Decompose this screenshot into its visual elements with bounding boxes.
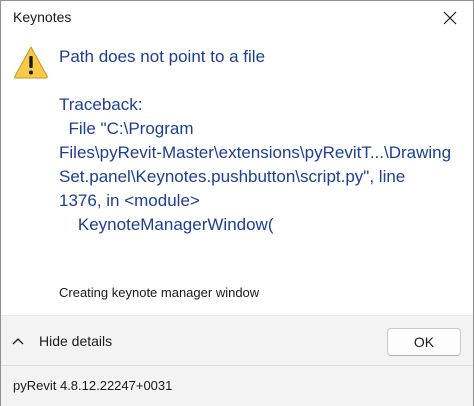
task-dialog: Keynotes Path does not point to a file T…: [0, 0, 474, 406]
dialog-content: Path does not point to a file Traceback:…: [1, 35, 473, 321]
secondary-text: Creating keynote manager window: [59, 285, 260, 300]
close-icon: [443, 11, 457, 25]
title-bar: Keynotes: [1, 1, 473, 35]
hide-details-toggle[interactable]: Hide details: [11, 328, 112, 354]
button-area: Hide details OK: [1, 315, 473, 366]
main-instruction: Path does not point to a file: [59, 47, 266, 66]
traceback-text: Traceback: File "C:\Program Files\pyRevi…: [59, 95, 452, 234]
hide-details-label: Hide details: [39, 333, 113, 349]
footer-text: pyRevit 4.8.12.22247+0031: [13, 378, 173, 393]
warning-icon: [14, 45, 48, 79]
window-title: Keynotes: [13, 9, 72, 25]
chevron-up-icon: [12, 338, 24, 345]
footer: pyRevit 4.8.12.22247+0031: [1, 365, 473, 406]
close-button[interactable]: [427, 1, 473, 35]
ok-button[interactable]: OK: [387, 328, 461, 356]
